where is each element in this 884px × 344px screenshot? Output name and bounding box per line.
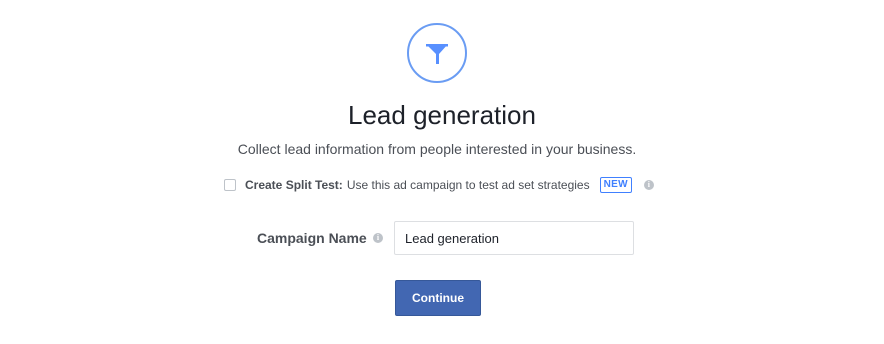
info-icon[interactable]: i [643, 180, 654, 190]
split-test-label[interactable]: Create Split Test: [245, 178, 343, 192]
split-test-description: Use this ad campaign to test ad set stra… [346, 178, 590, 192]
continue-button[interactable]: Continue [395, 280, 481, 316]
campaign-name-input[interactable] [394, 221, 634, 255]
funnel-icon [407, 23, 467, 83]
info-icon[interactable]: i [373, 233, 383, 243]
new-badge: NEW [599, 177, 632, 193]
split-test-checkbox[interactable] [224, 179, 236, 191]
objective-description: Collect lead information from people int… [237, 141, 637, 157]
page-title: Lead generation [348, 100, 536, 130]
funnel-icon-graphic [426, 44, 448, 64]
split-test-row: Create Split Test: Use this ad campaign … [224, 176, 654, 194]
campaign-name-label: Campaign Name [257, 230, 367, 246]
lead-generation-setup: Lead generation Collect lead information… [0, 0, 884, 344]
